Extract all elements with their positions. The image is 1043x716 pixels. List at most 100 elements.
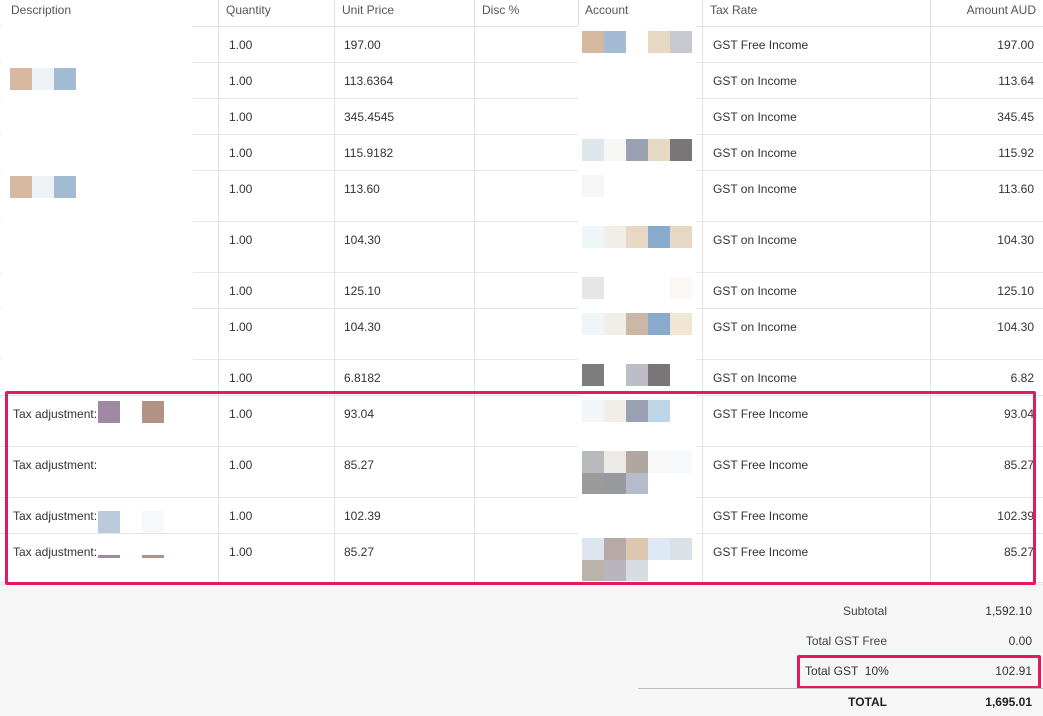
amount-cell[interactable]: 104.30	[997, 320, 1034, 334]
redacted-account-block	[582, 226, 604, 248]
header-account[interactable]: Account	[585, 3, 628, 17]
unit-price-cell[interactable]: 6.8182	[344, 371, 381, 385]
redacted-account-block	[626, 139, 648, 161]
redacted-account-block	[626, 226, 648, 248]
tax-rate-cell[interactable]: GST on Income	[713, 320, 797, 334]
subtotal-value: 1,592.10	[985, 604, 1032, 618]
redacted-description-block	[54, 176, 76, 198]
unit-price-cell[interactable]: 113.6364	[344, 74, 393, 88]
header-unit-price[interactable]: Unit Price	[342, 3, 394, 17]
quantity-cell[interactable]: 1.00	[229, 182, 252, 196]
total-gst-free-label: Total GST Free	[805, 634, 887, 648]
redacted-account-block	[626, 364, 648, 386]
redacted-account-block	[582, 139, 604, 161]
amount-cell[interactable]: 115.92	[998, 146, 1034, 160]
quantity-cell[interactable]: 1.00	[229, 110, 252, 124]
description-redaction	[1, 98, 193, 134]
totals-divider	[638, 688, 1043, 689]
table-row[interactable]: 1.00 113.60 GST on Income 113.60	[0, 170, 1043, 222]
quantity-cell[interactable]: 1.00	[229, 38, 252, 52]
redacted-account-block	[582, 175, 604, 197]
subtotal-label: Subtotal	[842, 604, 887, 618]
header-amount[interactable]: Amount AUD	[967, 3, 1036, 17]
redacted-account-block	[604, 31, 626, 53]
quantity-cell[interactable]: 1.00	[229, 233, 252, 247]
tax-rate-cell[interactable]: GST on Income	[713, 371, 797, 385]
table-row[interactable]: 1.00 104.30 GST on Income 104.30	[0, 308, 1043, 360]
table-row[interactable]: 1.00 345.4545 GST on Income 345.45	[0, 98, 1043, 135]
header-description[interactable]: Description	[11, 3, 71, 17]
description-redaction	[1, 272, 193, 308]
redacted-description-block	[10, 176, 32, 198]
redacted-account-block	[626, 313, 648, 335]
total-label: TOTAL	[848, 695, 887, 709]
redacted-account-block	[670, 226, 692, 248]
redacted-account-block	[648, 364, 670, 386]
tax-rate-cell[interactable]: GST on Income	[713, 284, 797, 298]
amount-cell[interactable]: 113.60	[998, 182, 1034, 196]
header-quantity[interactable]: Quantity	[226, 3, 271, 17]
redacted-description-block	[54, 68, 76, 90]
redacted-account-block	[604, 226, 626, 248]
table-header: Description Quantity Unit Price Disc % A…	[0, 0, 1043, 27]
description-redaction	[1, 308, 193, 359]
header-tax-rate[interactable]: Tax Rate	[710, 3, 757, 17]
unit-price-cell[interactable]: 125.10	[344, 284, 381, 298]
table-row[interactable]: 1.00 115.9182 GST on Income 115.92	[0, 134, 1043, 171]
redacted-description-block	[32, 68, 54, 90]
tax-rate-cell[interactable]: GST on Income	[713, 146, 797, 160]
table-row[interactable]: 1.00 113.6364 GST on Income 113.64	[0, 62, 1043, 99]
total-gst-value: 102.91	[995, 664, 1032, 678]
header-disc[interactable]: Disc %	[482, 3, 519, 17]
quantity-cell[interactable]: 1.00	[229, 146, 252, 160]
unit-price-cell[interactable]: 197.00	[344, 38, 381, 52]
redacted-description-block	[32, 176, 54, 198]
table-row[interactable]: 1.00 104.30 GST on Income 104.30	[0, 221, 1043, 273]
account-redaction	[578, 98, 696, 134]
redacted-account-block	[670, 277, 692, 299]
tax-rate-cell[interactable]: GST on Income	[713, 182, 797, 196]
redacted-account-block	[582, 31, 604, 53]
total-gst-label: Total GST 10%	[805, 664, 889, 678]
description-redaction	[1, 134, 193, 170]
table-row[interactable]: 1.00 125.10 GST on Income 125.10	[0, 272, 1043, 309]
amount-cell[interactable]: 345.45	[997, 110, 1034, 124]
table-row[interactable]: 1.00 197.00 GST Free Income 197.00	[0, 26, 1043, 63]
total-value: 1,695.01	[985, 695, 1032, 709]
account-redaction	[578, 62, 696, 98]
unit-price-cell[interactable]: 345.4545	[344, 110, 394, 124]
unit-price-cell[interactable]: 104.30	[344, 320, 381, 334]
redacted-account-block	[648, 226, 670, 248]
redacted-account-block	[582, 313, 604, 335]
redacted-account-block	[670, 139, 692, 161]
description-redaction	[1, 26, 193, 62]
quantity-cell[interactable]: 1.00	[229, 320, 252, 334]
tax-rate-cell[interactable]: GST Free Income	[713, 38, 808, 52]
redacted-account-block	[604, 139, 626, 161]
amount-cell[interactable]: 197.00	[997, 38, 1034, 52]
redacted-account-block	[670, 313, 692, 335]
redacted-account-block	[648, 31, 670, 53]
redacted-account-block	[648, 313, 670, 335]
redacted-account-block	[582, 364, 604, 386]
quantity-cell[interactable]: 1.00	[229, 74, 252, 88]
total-gst-free-value: 0.00	[1008, 634, 1032, 648]
tax-rate-cell[interactable]: GST on Income	[713, 110, 797, 124]
description-redaction	[1, 359, 193, 395]
amount-cell[interactable]: 6.82	[1011, 371, 1034, 385]
unit-price-cell[interactable]: 115.9182	[344, 146, 393, 160]
line-items-table: Description Quantity Unit Price Disc % A…	[0, 0, 1043, 585]
redacted-description-block	[10, 68, 32, 90]
tax-rate-cell[interactable]: GST on Income	[713, 233, 797, 247]
quantity-cell[interactable]: 1.00	[229, 284, 252, 298]
redacted-account-block	[604, 313, 626, 335]
unit-price-cell[interactable]: 113.60	[344, 182, 380, 196]
unit-price-cell[interactable]: 104.30	[344, 233, 381, 247]
tax-rate-cell[interactable]: GST on Income	[713, 74, 797, 88]
quantity-cell[interactable]: 1.00	[229, 371, 252, 385]
amount-cell[interactable]: 125.10	[997, 284, 1034, 298]
tax-adjustment-highlight	[5, 391, 1036, 585]
description-redaction	[1, 221, 193, 272]
amount-cell[interactable]: 113.64	[998, 74, 1034, 88]
amount-cell[interactable]: 104.30	[997, 233, 1034, 247]
